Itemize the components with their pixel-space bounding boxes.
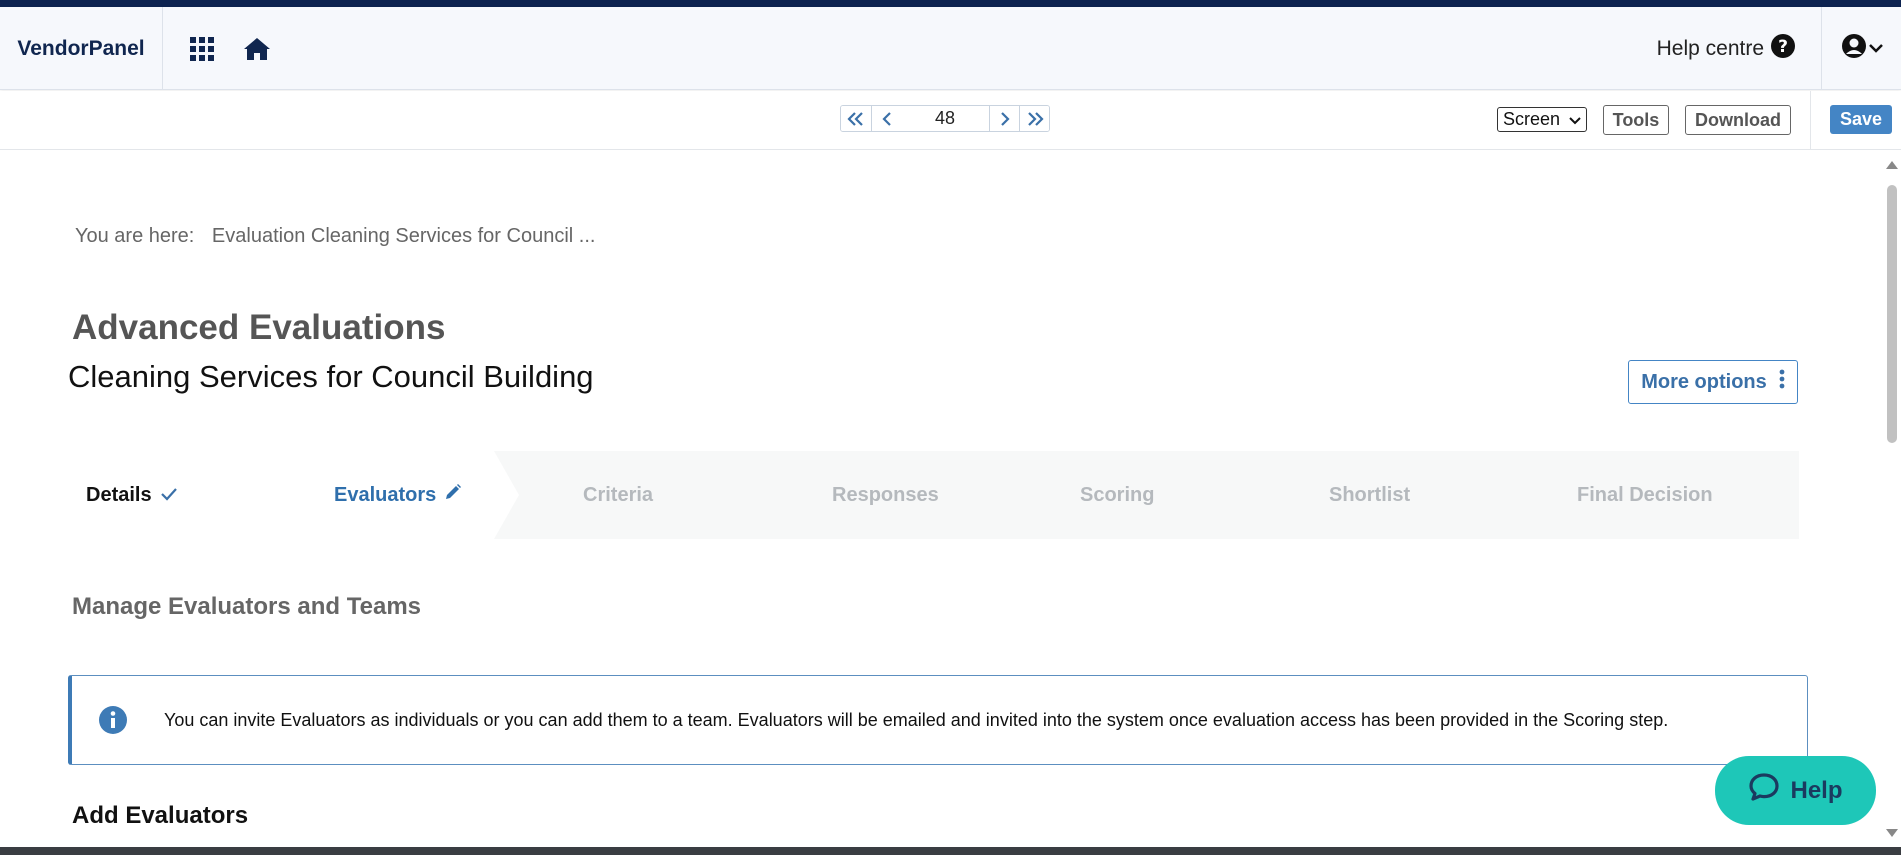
toolbar-divider [1810,91,1811,150]
stepper-chevron-divider [489,451,519,539]
step-evaluators[interactable]: Evaluators [334,451,462,539]
vertical-scrollbar[interactable] [1882,151,1901,847]
checkmark-icon [160,484,178,507]
page-subtitle: Cleaning Services for Council Building [68,359,594,394]
help-centre-link[interactable]: Help centre ? [1657,33,1796,65]
scroll-up-icon[interactable] [1886,161,1898,169]
bottom-bar [0,847,1901,855]
brand-logo[interactable]: VendorPanel [0,7,163,90]
info-icon [98,705,128,735]
page-title: Advanced Evaluations [72,308,446,347]
page-number-input[interactable] [901,106,989,131]
scrollbar-thumb[interactable] [1887,185,1897,443]
info-message: You can invite Evaluators as individuals… [164,709,1669,730]
page-navigator [840,105,1050,132]
next-page-icon[interactable] [989,106,1019,131]
main-content: You are here: Evaluation Cleaning Servic… [0,151,1882,847]
user-account-icon [1841,33,1867,64]
chevron-down-icon [1868,40,1883,58]
breadcrumb: You are here: Evaluation Cleaning Servic… [75,225,595,248]
chat-bubble-icon [1748,772,1780,809]
vertical-dots-icon [1779,369,1785,395]
first-page-icon[interactable] [841,106,871,131]
home-icon[interactable] [242,34,272,64]
step-details[interactable]: Details [86,451,178,539]
help-chat-button[interactable]: Help [1715,756,1876,825]
help-question-icon: ? [1770,33,1796,65]
more-options-button[interactable]: More options [1628,360,1798,404]
last-page-icon[interactable] [1019,106,1049,131]
step-details-label: Details [86,483,152,506]
svg-text:?: ? [1778,37,1788,57]
add-evaluators-heading: Add Evaluators [72,802,249,829]
step-evaluators-label: Evaluators [334,483,437,506]
apps-grid-icon[interactable] [187,34,217,64]
pencil-icon [444,483,462,507]
help-centre-label: Help centre [1656,37,1764,60]
save-button[interactable]: Save [1830,105,1892,134]
step-scoring[interactable]: Scoring [1080,451,1154,539]
view-mode-select[interactable]: Screen [1497,107,1587,132]
top-navbar: VendorPanel Help centre ? [0,7,1901,90]
previous-page-icon[interactable] [871,106,901,131]
help-chat-label: Help [1790,776,1843,804]
user-menu[interactable] [1821,7,1901,90]
step-responses[interactable]: Responses [832,451,939,539]
chevron-down-icon [1569,109,1581,130]
info-alert: You can invite Evaluators as individuals… [68,675,1808,765]
tools-button[interactable]: Tools [1603,105,1669,135]
more-options-label: More options [1641,370,1767,393]
top-accent-bar [0,0,1901,7]
step-final-decision[interactable]: Final Decision [1577,451,1713,539]
breadcrumb-prefix: You are here: [75,225,195,247]
download-button[interactable]: Download [1685,105,1791,135]
step-criteria[interactable]: Criteria [583,451,653,539]
evaluation-stepper: Details Evaluators Criteria Responses Sc… [64,451,1799,539]
view-mode-value: Screen [1503,109,1561,129]
step-shortlist[interactable]: Shortlist [1329,451,1410,539]
scroll-down-icon[interactable] [1886,829,1898,837]
section-heading: Manage Evaluators and Teams [72,593,422,620]
breadcrumb-current[interactable]: Evaluation Cleaning Services for Council… [212,225,596,247]
